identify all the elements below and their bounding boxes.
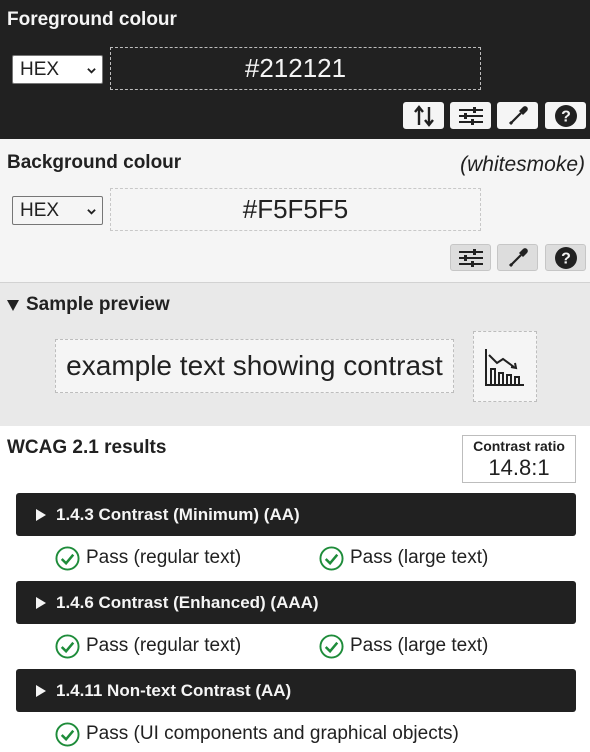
foreground-format-select[interactable]: HEX: [12, 55, 103, 84]
contrast-ratio-value: 14.8:1: [488, 455, 550, 480]
triangle-right-icon: [36, 596, 46, 609]
foreground-help-button[interactable]: ?: [545, 102, 586, 129]
swap-colours-button[interactable]: [403, 102, 444, 129]
pass-label: Pass (regular text): [86, 547, 242, 568]
criterion-1-4-3-results: Pass (regular text) Pass (large text): [55, 544, 488, 572]
background-colour-name: (whitesmoke): [460, 153, 585, 176]
eyedropper-icon: [508, 247, 528, 267]
criterion-label: 1.4.6 Contrast (Enhanced) (AAA): [56, 592, 319, 612]
sample-text-box: example text showing contrast: [55, 339, 454, 393]
foreground-hex-input[interactable]: #212121: [110, 47, 481, 90]
help-icon: ?: [554, 246, 577, 269]
check-circle-icon: [55, 545, 80, 571]
foreground-eyedropper-button[interactable]: [497, 102, 538, 129]
foreground-adjust-button[interactable]: [450, 102, 491, 129]
criterion-1-4-3[interactable]: 1.4.3 Contrast (Minimum) (AA): [16, 493, 576, 536]
check-circle-icon: [55, 633, 80, 659]
criterion-1-4-11[interactable]: 1.4.11 Non-text Contrast (AA): [16, 669, 576, 712]
chevron-down-icon: [87, 68, 96, 74]
pass-label: Pass (large text): [350, 547, 489, 568]
background-format-value: HEX: [20, 200, 60, 221]
sliders-icon: [458, 106, 483, 125]
chevron-down-icon: [87, 209, 96, 215]
check-circle-icon: [55, 721, 80, 747]
triangle-down-icon: [7, 299, 19, 311]
eyedropper-icon: [508, 105, 528, 125]
help-icon: ?: [554, 104, 577, 127]
criterion-1-4-6[interactable]: 1.4.6 Contrast (Enhanced) (AAA): [16, 581, 576, 624]
background-format-select[interactable]: HEX: [12, 196, 103, 225]
triangle-right-icon: [36, 508, 46, 521]
check-circle-icon: [319, 545, 344, 571]
pass-regular-text: Pass (regular text): [55, 545, 319, 571]
criterion-label: 1.4.11 Non-text Contrast (AA): [56, 680, 292, 700]
sample-preview-toggle[interactable]: Sample preview: [7, 294, 170, 316]
pass-ui-components: Pass (UI components and graphical object…: [55, 721, 459, 747]
sample-chart-box: [473, 331, 537, 402]
background-heading: Background colour: [7, 152, 182, 173]
pass-large-text: Pass (large text): [319, 633, 489, 659]
pass-label: Pass (large text): [350, 635, 489, 656]
background-help-button[interactable]: ?: [545, 244, 586, 271]
sliders-icon: [458, 248, 483, 267]
svg-text:?: ?: [561, 250, 571, 267]
check-circle-icon: [319, 633, 344, 659]
foreground-panel: Foreground colour HEX #212121 ?: [0, 0, 590, 139]
wcag-results-title: WCAG 2.1 results: [7, 437, 167, 458]
swap-icon: [413, 104, 434, 127]
pass-large-text: Pass (large text): [319, 545, 489, 571]
pass-label: Pass (regular text): [86, 635, 242, 656]
sample-preview-label: Sample preview: [26, 294, 170, 315]
sample-preview-panel: Sample preview example text showing cont…: [0, 282, 590, 426]
criterion-label: 1.4.3 Contrast (Minimum) (AA): [56, 504, 300, 524]
chart-icon: [485, 348, 524, 386]
contrast-ratio-box: Contrast ratio 14.8:1: [462, 435, 576, 483]
foreground-format-value: HEX: [20, 59, 60, 80]
criterion-1-4-11-results: Pass (UI components and graphical object…: [55, 720, 459, 748]
wcag-results-panel: WCAG 2.1 results Contrast ratio 14.8:1 1…: [0, 426, 590, 752]
background-eyedropper-button[interactable]: [497, 244, 538, 271]
foreground-heading: Foreground colour: [7, 9, 177, 30]
background-hex-input[interactable]: #F5F5F5: [110, 188, 481, 231]
criterion-1-4-6-results: Pass (regular text) Pass (large text): [55, 632, 488, 660]
svg-text:?: ?: [561, 108, 571, 125]
contrast-ratio-label: Contrast ratio: [473, 438, 565, 454]
pass-label: Pass (UI components and graphical object…: [86, 723, 459, 744]
pass-regular-text: Pass (regular text): [55, 633, 319, 659]
background-adjust-button[interactable]: [450, 244, 491, 271]
triangle-right-icon: [36, 684, 46, 697]
